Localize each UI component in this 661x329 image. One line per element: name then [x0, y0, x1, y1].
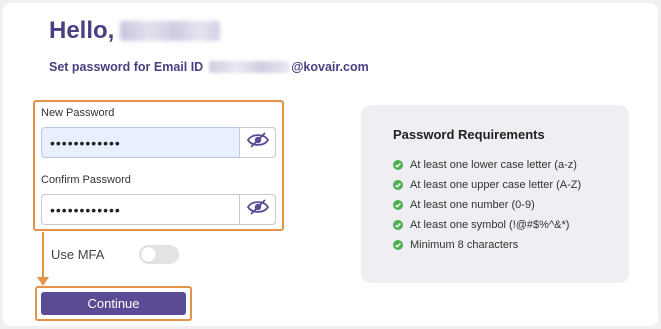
requirement-text: Minimum 8 characters — [410, 239, 519, 251]
confirm-password-visibility-toggle[interactable] — [239, 194, 276, 225]
confirm-password-label: Confirm Password — [41, 174, 131, 186]
check-circle-icon — [393, 160, 403, 170]
requirement-item: At least one number (0-9) — [393, 195, 581, 215]
check-circle-icon — [393, 240, 403, 250]
email-subtitle: Set password for Email ID @kovair.com — [49, 60, 369, 74]
email-subtitle-prefix: Set password for Email ID — [49, 60, 204, 74]
password-requirements-list: At least one lower case letter (a-z) At … — [393, 155, 581, 255]
check-circle-icon — [393, 180, 403, 190]
greeting-prefix: Hello, — [49, 17, 115, 44]
requirement-item: At least one symbol (!@#$%^&*) — [393, 215, 581, 235]
email-domain: @kovair.com — [291, 60, 369, 74]
eye-slash-icon — [246, 132, 269, 153]
toggle-knob — [141, 247, 156, 262]
continue-button[interactable]: Continue — [41, 292, 186, 315]
use-mfa-label: Use MFA — [51, 247, 105, 262]
password-requirements-title: Password Requirements — [393, 127, 545, 142]
check-circle-icon — [393, 220, 403, 230]
set-password-card: Hello, Set password for Email ID @kovair… — [3, 3, 658, 326]
check-circle-icon — [393, 200, 403, 210]
redacted-user-name — [120, 21, 221, 41]
password-requirements-panel: Password Requirements At least one lower… — [361, 105, 629, 283]
eye-slash-icon — [246, 199, 269, 220]
requirement-item: At least one upper case letter (A-Z) — [393, 175, 581, 195]
new-password-label: New Password — [41, 107, 115, 119]
requirement-text: At least one number (0-9) — [410, 199, 535, 211]
greeting-heading: Hello, — [49, 17, 221, 45]
requirement-text: At least one symbol (!@#$%^&*) — [410, 219, 570, 231]
requirement-item: Minimum 8 characters — [393, 235, 581, 255]
requirement-text: At least one lower case letter (a-z) — [410, 159, 577, 171]
redacted-email-user — [209, 61, 290, 73]
requirement-item: At least one lower case letter (a-z) — [393, 155, 581, 175]
requirement-text: At least one upper case letter (A-Z) — [410, 179, 582, 191]
new-password-visibility-toggle[interactable] — [239, 127, 276, 158]
continue-button-highlight: Continue — [35, 286, 192, 321]
password-fields-highlight: New Password Confirm Password — [33, 100, 284, 231]
use-mfa-toggle[interactable] — [139, 245, 179, 264]
